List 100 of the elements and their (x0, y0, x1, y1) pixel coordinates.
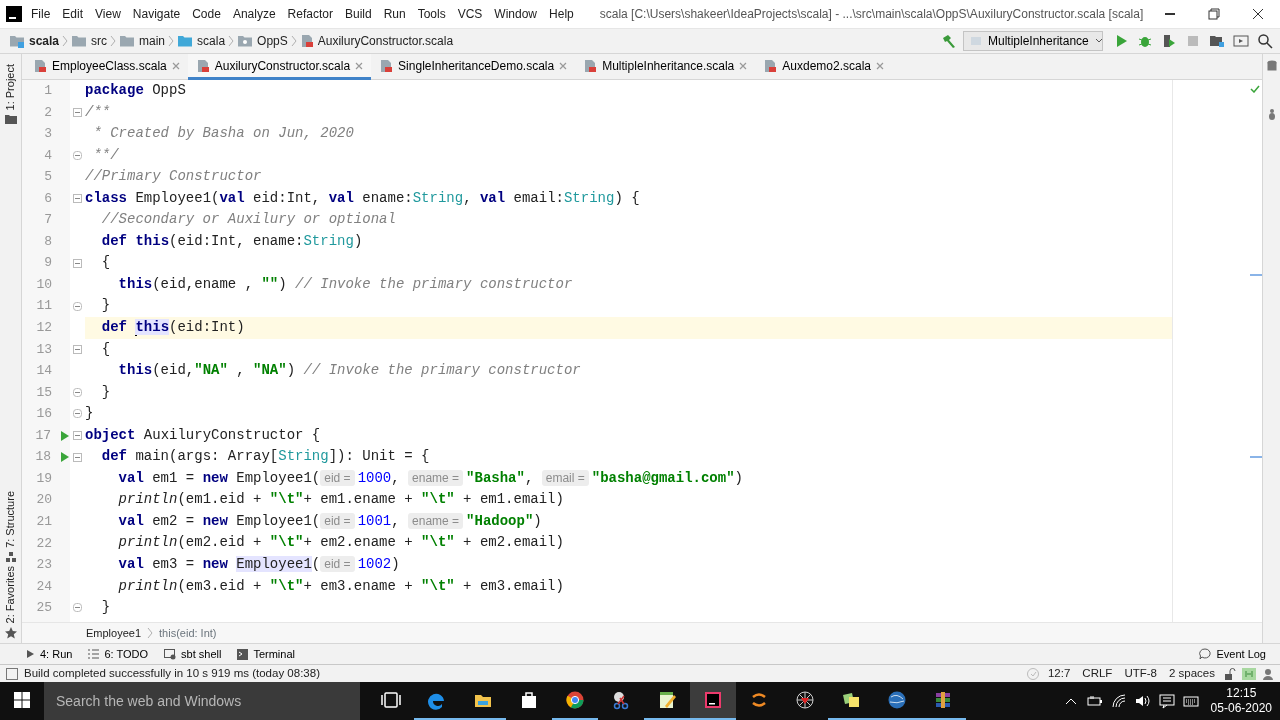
inspection-icon[interactable] (1242, 667, 1256, 680)
scissors-icon[interactable] (611, 690, 631, 710)
keyboard-icon[interactable] (1182, 693, 1199, 709)
menu-item[interactable]: View (89, 0, 127, 28)
volume-icon[interactable] (1134, 693, 1151, 709)
notification-icon[interactable] (1158, 693, 1175, 709)
breadcrumb-item[interactable]: this(eid: Int) (159, 624, 217, 642)
editor-tab[interactable]: MultipleInheritance.scala (575, 54, 756, 80)
code-line: val em3 = new Employee1( eid = 1002) (117, 555, 401, 575)
menu-item[interactable]: File (25, 0, 57, 28)
breadcrumb-item[interactable]: AuxiluryConstructor.scala (317, 32, 454, 50)
person-icon[interactable] (1262, 667, 1274, 680)
fold-icon[interactable] (73, 107, 82, 117)
editor-tab[interactable]: EmployeeClass.scala (25, 54, 188, 80)
close-icon[interactable] (559, 61, 568, 70)
close-icon[interactable] (876, 61, 884, 70)
wifi-icon[interactable] (1110, 693, 1127, 709)
config-icon (970, 35, 982, 47)
module-icon (9, 34, 25, 48)
books-icon[interactable] (933, 690, 953, 710)
code-line: println(em2.eid + "\t"+ em2.ename + "\t" + em2.email) (117, 533, 565, 553)
fold-icon[interactable] (73, 431, 82, 440)
tool-window-button[interactable]: Terminal (229, 643, 303, 665)
menu-item[interactable]: Build (338, 0, 378, 28)
close-icon (1251, 7, 1265, 21)
battery-icon[interactable] (1086, 693, 1103, 709)
fold-icon[interactable] (73, 258, 82, 268)
menu-item[interactable]: Navigate (126, 0, 187, 28)
breadcrumb-item[interactable]: main (139, 32, 166, 50)
file-icon (33, 58, 47, 73)
status-item[interactable]: 2 spaces (1165, 664, 1218, 683)
menu-item[interactable]: Analyze (226, 0, 282, 28)
line-number: 12 (35, 319, 52, 338)
menu-item[interactable]: Edit (56, 0, 90, 28)
code-line: * Created by Basha on Jun, 2020 (92, 124, 355, 144)
tool-window-tab[interactable]: 7: Structure (2, 486, 19, 552)
menu-item[interactable]: Help (543, 0, 580, 28)
lock-icon[interactable] (1224, 667, 1236, 680)
menu-item[interactable]: VCS (451, 0, 489, 28)
close-icon[interactable] (171, 61, 180, 70)
menu-item[interactable]: Tools (411, 0, 452, 28)
code-line: { (100, 253, 112, 273)
fold-icon[interactable] (73, 301, 82, 311)
breadcrumb-item[interactable]: scala (197, 32, 226, 50)
ide-icon[interactable] (703, 690, 723, 710)
tool-window-tab[interactable]: 1: Project (2, 60, 19, 115)
status-item[interactable]: 12:7 (1044, 664, 1074, 683)
tool-window-button[interactable]: 6: TODO (80, 643, 157, 665)
chevron-icon (62, 35, 69, 47)
fold-icon[interactable] (73, 409, 82, 419)
event-log-button[interactable]: Event Log (1191, 643, 1274, 665)
close-icon[interactable] (355, 61, 364, 70)
bag-icon[interactable] (519, 690, 539, 710)
search-field[interactable]: Search the web and Windows (44, 682, 360, 720)
run-configuration-dropdown[interactable]: MultipleInheritance (963, 31, 1103, 51)
window-icon[interactable] (1233, 33, 1249, 49)
clock-time[interactable]: 12:15 (1210, 686, 1272, 701)
code-line: def this(eid:Int, ename:String) (100, 231, 364, 251)
menu-item[interactable]: Window (488, 0, 544, 28)
breadcrumb-item[interactable]: src (91, 32, 108, 50)
sticky-notes-icon[interactable] (841, 690, 861, 710)
status-item[interactable]: UTF-8 (1121, 664, 1160, 683)
fold-icon[interactable] (73, 603, 82, 613)
menu-item[interactable]: Run (377, 0, 412, 28)
panel-toggle-icon[interactable] (6, 667, 18, 680)
globe-icon[interactable] (887, 690, 907, 710)
editor-tab[interactable]: AuxiluryConstructor.scala (187, 54, 372, 80)
browser-icon[interactable] (565, 690, 585, 710)
fold-icon[interactable] (73, 452, 82, 462)
menu-item[interactable]: Code (186, 0, 227, 28)
search-icon[interactable] (1257, 33, 1273, 49)
fold-icon[interactable] (73, 387, 82, 397)
tool-window-tab[interactable]: 2: Favorites (2, 561, 19, 627)
line-number: 24 (35, 577, 52, 596)
tool-window-button[interactable]: 4: Run (18, 643, 81, 665)
hammer-icon[interactable] (941, 33, 957, 49)
fold-icon[interactable] (73, 194, 82, 203)
editor-tab[interactable]: Auxdemo2.scala (755, 54, 892, 80)
breadcrumb-item[interactable]: scala (29, 32, 60, 50)
editor-tab[interactable]: SingleInheritanceDemo.scala (371, 54, 576, 80)
check-icon (1250, 85, 1260, 93)
file-icon (763, 58, 778, 73)
clock-date[interactable]: 05-06-2020 (1210, 701, 1272, 716)
code-line: /** (85, 102, 112, 122)
task-view-icon[interactable] (381, 690, 401, 710)
breadcrumb-item[interactable]: OppS (257, 32, 288, 50)
status-item[interactable]: CRLF (1079, 664, 1116, 683)
notepad-icon[interactable] (657, 690, 677, 710)
menu-item[interactable]: Refactor (281, 0, 339, 28)
web-icon[interactable] (795, 690, 815, 710)
tool-window-button[interactable]: sbt shell (156, 643, 230, 665)
database-icon[interactable] (1266, 60, 1277, 72)
fold-icon[interactable] (73, 150, 82, 160)
project-structure-icon[interactable] (1209, 33, 1225, 49)
fold-icon[interactable] (73, 344, 82, 354)
line-number: 4 (43, 146, 52, 165)
close-icon[interactable] (739, 61, 748, 70)
breadcrumb-item[interactable]: Employee1 (86, 624, 142, 642)
code-line: } (85, 404, 95, 424)
coverage-icon[interactable] (1161, 33, 1177, 49)
